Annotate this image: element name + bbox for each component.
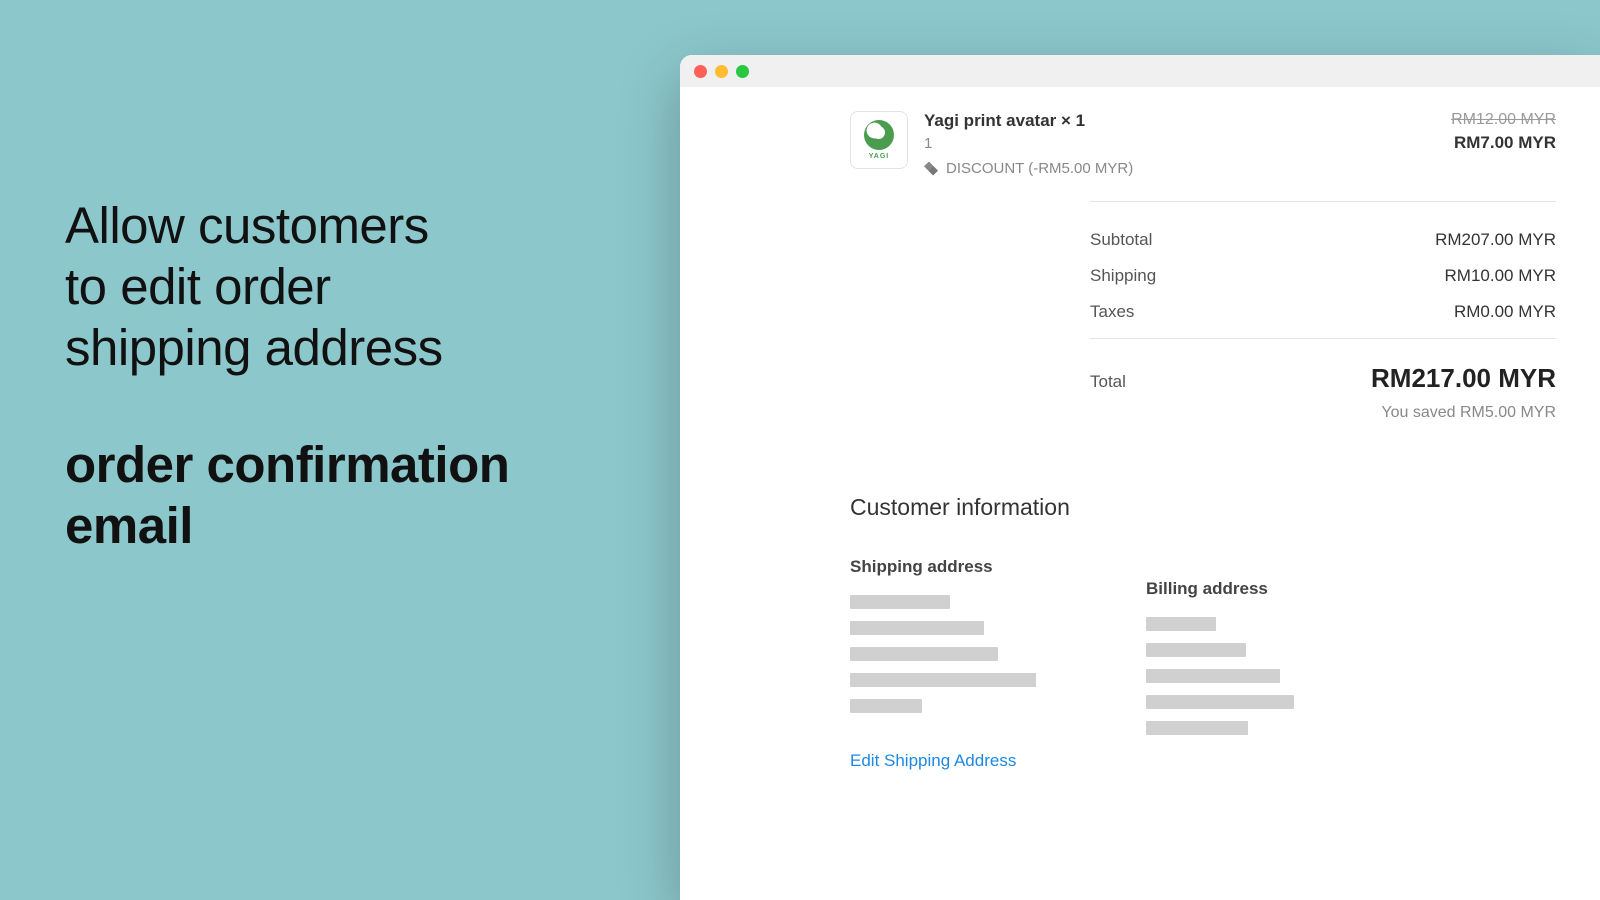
window-titlebar — [680, 55, 1600, 87]
shipping-address-heading: Shipping address — [850, 557, 1036, 577]
redacted-line — [850, 673, 1036, 687]
headline-line: shipping address — [65, 319, 443, 376]
shipping-label: Shipping — [1090, 266, 1156, 286]
total-label: Total — [1090, 372, 1126, 392]
subtotal-label: Subtotal — [1090, 230, 1152, 250]
shipping-value: RM10.00 MYR — [1445, 266, 1556, 286]
window-maximize-button[interactable] — [736, 65, 749, 78]
redacted-line — [1146, 721, 1248, 735]
order-line-item: YAGI Yagi print avatar × 1 1 DISCOUNT (-… — [850, 111, 1556, 201]
line-item-title: Yagi print avatar × 1 — [924, 111, 1451, 131]
headline-bold-line: email — [65, 497, 193, 554]
redacted-line — [1146, 643, 1246, 657]
headline-bold-line: order confirmation — [65, 436, 509, 493]
email-content: YAGI Yagi print avatar × 1 1 DISCOUNT (-… — [680, 87, 1600, 771]
taxes-label: Taxes — [1090, 302, 1134, 322]
tag-icon — [924, 162, 938, 176]
subtotal-value: RM207.00 MYR — [1435, 230, 1556, 250]
total-value: RM217.00 MYR — [1371, 363, 1556, 394]
taxes-value: RM0.00 MYR — [1454, 302, 1556, 322]
window-minimize-button[interactable] — [715, 65, 728, 78]
line-item-quantity: 1 — [924, 135, 1451, 152]
edit-shipping-address-link[interactable]: Edit Shipping Address — [850, 751, 1016, 771]
redacted-line — [850, 621, 984, 635]
redacted-line — [850, 595, 950, 609]
headline-line: Allow customers — [65, 197, 429, 254]
yagi-logo-icon — [864, 120, 894, 150]
discount-label: DISCOUNT (-RM5.00 MYR) — [946, 160, 1133, 177]
headline-line: to edit order — [65, 258, 331, 315]
window-close-button[interactable] — [694, 65, 707, 78]
product-thumb-label: YAGI — [869, 153, 889, 160]
redacted-line — [850, 647, 998, 661]
billing-address-heading: Billing address — [1146, 579, 1294, 599]
you-saved-text: You saved RM5.00 MYR — [1090, 404, 1556, 422]
marketing-headline: Allow customers to edit order shipping a… — [65, 195, 625, 556]
mac-window: YAGI Yagi print avatar × 1 1 DISCOUNT (-… — [680, 55, 1600, 900]
redacted-line — [1146, 669, 1280, 683]
order-totals: Subtotal RM207.00 MYR Shipping RM10.00 M… — [1090, 202, 1556, 422]
line-item-price: RM7.00 MYR — [1454, 133, 1556, 152]
redacted-line — [1146, 695, 1294, 709]
shipping-address-block: Shipping address Edit Shipping Address — [850, 557, 1036, 771]
divider — [1090, 338, 1556, 339]
customer-information-heading: Customer information — [850, 494, 1556, 521]
customer-information-section: Customer information Shipping address Ed… — [850, 494, 1556, 771]
redacted-line — [850, 699, 922, 713]
redacted-line — [1146, 617, 1216, 631]
billing-address-block: Billing address — [1146, 579, 1294, 771]
line-item-original-price: RM12.00 MYR — [1451, 111, 1556, 129]
product-thumbnail: YAGI — [850, 111, 908, 169]
